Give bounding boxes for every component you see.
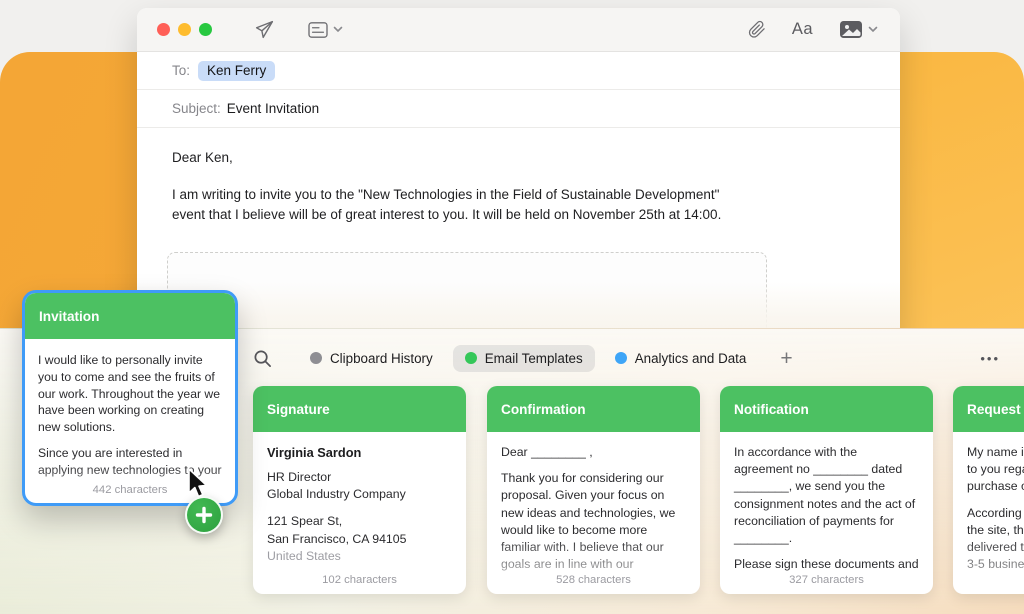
template-card-signature[interactable]: Signature Virginia Sardon HR Director Gl… — [253, 386, 466, 594]
send-icon — [254, 19, 275, 40]
card-title: Signature — [253, 386, 466, 432]
signature-address2: San Francisco, CA 94105 — [267, 531, 452, 548]
char-count: 102 characters — [253, 574, 466, 586]
tab-label: Analytics and Data — [635, 351, 747, 366]
signature-name: Virginia Sardon — [267, 444, 452, 462]
zoom-button[interactable] — [199, 23, 212, 36]
card-text: My name is to you rega purchase o — [967, 444, 1024, 496]
add-list-button[interactable]: + — [776, 348, 796, 369]
signature-role: HR Director — [267, 469, 452, 486]
panel-tabbar: Clipboard History Email Templates Analyt… — [253, 343, 1000, 373]
attach-file-button[interactable] — [748, 20, 766, 39]
paperclip-icon — [748, 20, 766, 39]
subject-field[interactable]: Subject: Event Invitation — [137, 90, 900, 128]
tab-label: Clipboard History — [330, 351, 433, 366]
mouse-cursor — [181, 466, 211, 500]
card-title: Request — [953, 386, 1024, 432]
insert-media-button[interactable] — [839, 20, 878, 39]
chevron-down-icon — [333, 26, 343, 33]
format-menu-button[interactable] — [307, 21, 343, 39]
format-box-icon — [307, 21, 329, 39]
tab-dot-icon — [310, 352, 322, 364]
mail-toolbar: Aa — [137, 8, 900, 52]
tab-dot-icon — [465, 352, 477, 364]
template-card-request[interactable]: Request My name is to you rega purchase … — [953, 386, 1024, 594]
message-body[interactable]: Dear Ken, I am writing to invite you to … — [137, 128, 900, 225]
send-button[interactable] — [254, 19, 275, 40]
plus-icon — [194, 505, 214, 525]
tab-analytics-and-data[interactable]: Analytics and Data — [603, 345, 759, 372]
char-count: 528 characters — [487, 574, 700, 586]
search-button[interactable] — [253, 349, 272, 368]
card-text: Thank you for considering our proposal. … — [501, 470, 686, 572]
close-button[interactable] — [157, 23, 170, 36]
to-label: To: — [172, 63, 190, 78]
card-title: Notification — [720, 386, 933, 432]
card-text: I would like to personally invite you to… — [38, 352, 222, 436]
char-count: 327 characters — [720, 574, 933, 586]
tab-label: Email Templates — [485, 351, 583, 366]
tab-dot-icon — [615, 352, 627, 364]
photo-icon — [839, 20, 863, 39]
tab-email-templates[interactable]: Email Templates — [453, 345, 595, 372]
greeting-line: Dear Ken, — [172, 148, 865, 168]
signature-address1: 121 Spear St, — [267, 513, 452, 530]
subject-label: Subject: — [172, 101, 221, 116]
to-field[interactable]: To: Ken Ferry — [137, 52, 900, 90]
format-text-button[interactable]: Aa — [792, 20, 813, 39]
signature-country: United States — [267, 548, 452, 565]
card-title: Invitation — [25, 293, 235, 339]
paste-plus-button[interactable] — [185, 496, 223, 534]
card-text: According t the site, th delivered t 3-5… — [967, 505, 1024, 572]
template-card-notification[interactable]: Notification In accordance with the agre… — [720, 386, 933, 594]
more-options-button[interactable]: ••• — [980, 351, 1000, 366]
body-paragraph: I am writing to invite you to the "New T… — [172, 185, 724, 225]
recipient-token[interactable]: Ken Ferry — [198, 61, 275, 81]
card-text: Please sign these documents and send cop… — [734, 556, 919, 572]
chevron-down-icon — [868, 26, 878, 33]
desktop: Aa To: Ken Ferry Subject: Event Invitati… — [0, 0, 1024, 614]
card-title: Confirmation — [487, 386, 700, 432]
card-text: In accordance with the agreement no ____… — [734, 444, 919, 547]
card-text: Dear ________ , — [501, 444, 686, 461]
search-icon — [253, 349, 272, 368]
window-controls — [157, 23, 212, 36]
subject-value: Event Invitation — [227, 101, 319, 116]
signature-company: Global Industry Company — [267, 486, 452, 503]
minimize-button[interactable] — [178, 23, 191, 36]
template-card-confirmation[interactable]: Confirmation Dear ________ , Thank you f… — [487, 386, 700, 594]
tab-clipboard-history[interactable]: Clipboard History — [298, 345, 445, 372]
